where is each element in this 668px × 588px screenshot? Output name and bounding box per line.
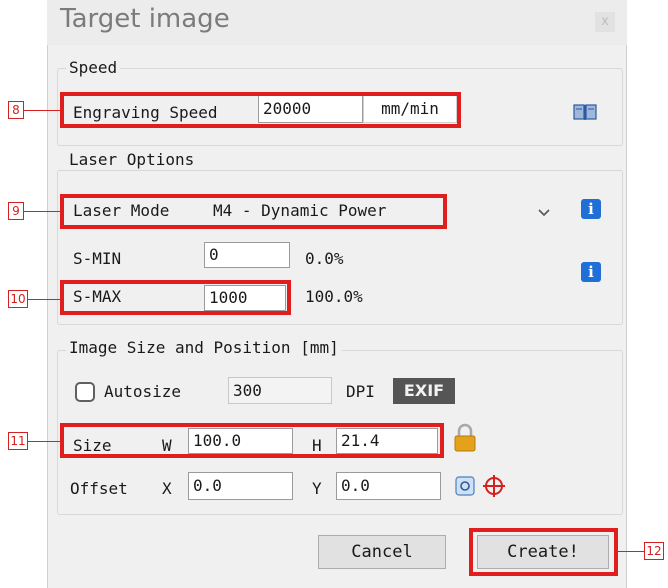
autosize-checkbox[interactable] — [75, 382, 95, 402]
callout-10-line — [28, 299, 60, 300]
chevron-down-icon[interactable] — [537, 204, 551, 217]
offset-label: Offset — [70, 479, 128, 498]
callout-8-line — [24, 110, 60, 111]
callout-12-line — [618, 551, 644, 552]
book-icon[interactable] — [573, 103, 597, 121]
dpi-input[interactable]: 300 — [228, 377, 332, 404]
image-size-legend: Image Size and Position [mm] — [66, 338, 342, 358]
smax-percent: 100.0% — [305, 287, 363, 306]
callout-11-line — [28, 441, 60, 442]
callout-8: 8 — [8, 101, 24, 119]
offset-x-input[interactable]: 0.0 — [188, 472, 293, 500]
dpi-label: DPI — [346, 382, 375, 401]
smin-input[interactable]: 0 — [204, 242, 290, 268]
size-highlight — [60, 423, 444, 458]
offset-y-input[interactable]: 0.0 — [336, 472, 441, 500]
exif-button[interactable]: EXIF — [393, 378, 455, 404]
callout-10: 10 — [8, 290, 28, 308]
close-button[interactable]: x — [595, 12, 615, 32]
callout-9: 9 — [8, 202, 24, 220]
speed-legend: Speed — [66, 58, 121, 78]
center-image-icon[interactable] — [455, 476, 475, 496]
callout-12: 12 — [644, 542, 664, 560]
window-title: Target image — [60, 4, 230, 34]
callout-9-line — [24, 211, 60, 212]
offset-y-label: Y — [312, 479, 322, 498]
offset-x-label: X — [162, 479, 172, 498]
lock-icon[interactable] — [453, 423, 477, 453]
autosize-label: Autosize — [104, 382, 182, 401]
callout-11: 11 — [8, 432, 28, 450]
speed-highlight — [60, 92, 461, 128]
smin-percent: 0.0% — [305, 249, 344, 268]
cancel-button[interactable]: Cancel — [318, 535, 446, 569]
smin-label: S-MIN — [73, 249, 122, 268]
smin-smax-info-icon[interactable]: i — [581, 262, 601, 282]
laser-options-legend: Laser Options — [66, 150, 198, 170]
laser-mode-info-icon[interactable]: i — [581, 199, 601, 219]
smax-highlight — [60, 280, 291, 315]
create-highlight — [469, 528, 618, 576]
crosshair-target-icon[interactable] — [482, 474, 506, 498]
laser-mode-highlight — [60, 194, 447, 229]
